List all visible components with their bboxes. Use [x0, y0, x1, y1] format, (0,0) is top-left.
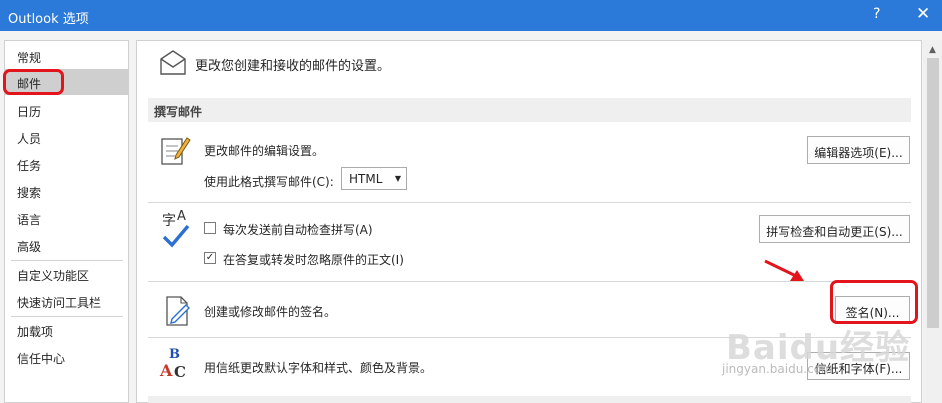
stationery-fonts-icon: B A C — [160, 347, 186, 381]
sidebar-item-language[interactable]: 语言 — [5, 205, 128, 231]
editor-options-button[interactable]: 编辑器选项(E)... — [807, 136, 910, 164]
compose-format-value: HTML — [349, 172, 383, 186]
section-divider — [148, 202, 911, 203]
stationery-text: 用信纸更改默认字体和样式、颜色及背景。 — [204, 361, 433, 375]
compose-format-label: 使用此格式撰写邮件(C): — [204, 175, 334, 189]
envelope-icon — [160, 50, 186, 75]
ignore-original-label: 在答复或转发时忽略原件的正文(I) — [223, 253, 404, 267]
sidebar-item-people[interactable]: 人员 — [5, 124, 128, 150]
spell-check-label: 每次发送前自动检查拼写(A) — [223, 223, 373, 237]
signature-icon — [166, 296, 190, 326]
mail-highlight-box — [3, 69, 64, 95]
sidebar-item-calendar[interactable]: 日历 — [5, 97, 128, 123]
window-title: Outlook 选项 — [8, 12, 89, 27]
title-bar: Outlook 选项 ? ✕ — [0, 0, 942, 31]
spell-check-checkbox[interactable] — [204, 222, 216, 234]
ignore-original-checkbox[interactable]: ✓ — [204, 252, 216, 264]
scroll-up-arrow-icon[interactable]: ▲ — [929, 45, 936, 55]
sidebar-item-general[interactable]: 常规 — [5, 43, 128, 69]
scrollbar-thumb[interactable] — [927, 58, 939, 328]
baidu-watermark-url: jingyan.baidu.com — [722, 362, 833, 376]
sidebar-item-search[interactable]: 搜索 — [5, 178, 128, 204]
help-button[interactable]: ? — [873, 6, 880, 22]
section-next — [148, 396, 911, 403]
spelling-autocorrect-button[interactable]: 拼写检查和自动更正(S)... — [759, 215, 910, 243]
signature-highlight-box — [830, 280, 918, 324]
compose-format-select[interactable]: HTML ▼ — [341, 167, 407, 190]
close-button[interactable]: ✕ — [916, 4, 930, 24]
sidebar-item-quick-access[interactable]: 快速访问工具栏 — [5, 288, 128, 314]
sidebar-item-customize-ribbon[interactable]: 自定义功能区 — [5, 261, 128, 287]
edit-message-icon — [161, 137, 191, 165]
sidebar-item-tasks[interactable]: 任务 — [5, 151, 128, 177]
section-compose: 撰写邮件 — [148, 98, 911, 122]
chevron-down-icon: ▼ — [394, 174, 401, 183]
page-header: 更改您创建和接收的邮件的设置。 — [195, 59, 391, 74]
edit-settings-text: 更改邮件的编辑设置。 — [204, 144, 325, 158]
checkmark-icon: ✓ — [205, 252, 215, 263]
sidebar-item-addins[interactable]: 加载项 — [5, 317, 128, 343]
sidebar-item-trust-center[interactable]: 信任中心 — [5, 344, 128, 370]
red-arrow-icon — [764, 259, 804, 281]
sidebar-item-advanced[interactable]: 高级 — [5, 232, 128, 258]
signature-text: 创建或修改邮件的签名。 — [204, 305, 337, 319]
spelling-check-icon: 字 A — [160, 209, 192, 250]
